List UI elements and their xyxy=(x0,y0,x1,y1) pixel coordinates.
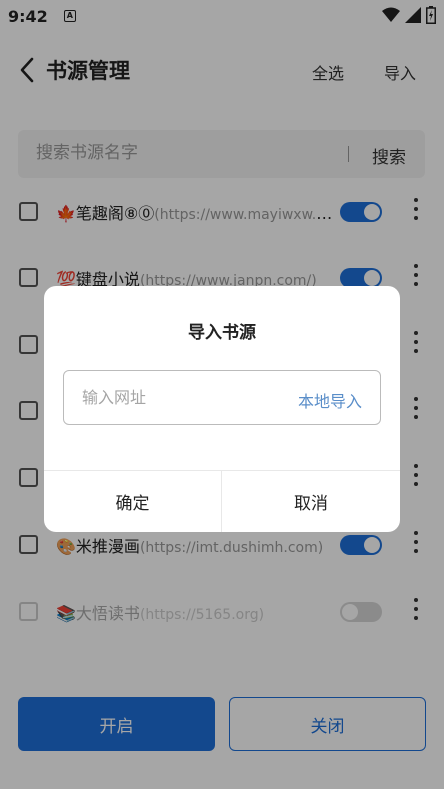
url-input[interactable] xyxy=(82,388,272,407)
confirm-button[interactable]: 确定 xyxy=(44,471,221,532)
dialog-title: 导入书源 xyxy=(188,323,256,343)
cancel-button[interactable]: 取消 xyxy=(222,471,400,532)
local-import-button[interactable]: 本地导入 xyxy=(298,388,362,412)
url-input-box: 本地导入 xyxy=(63,370,381,425)
import-source-dialog: 导入书源 本地导入 确定 取消 xyxy=(44,286,400,532)
